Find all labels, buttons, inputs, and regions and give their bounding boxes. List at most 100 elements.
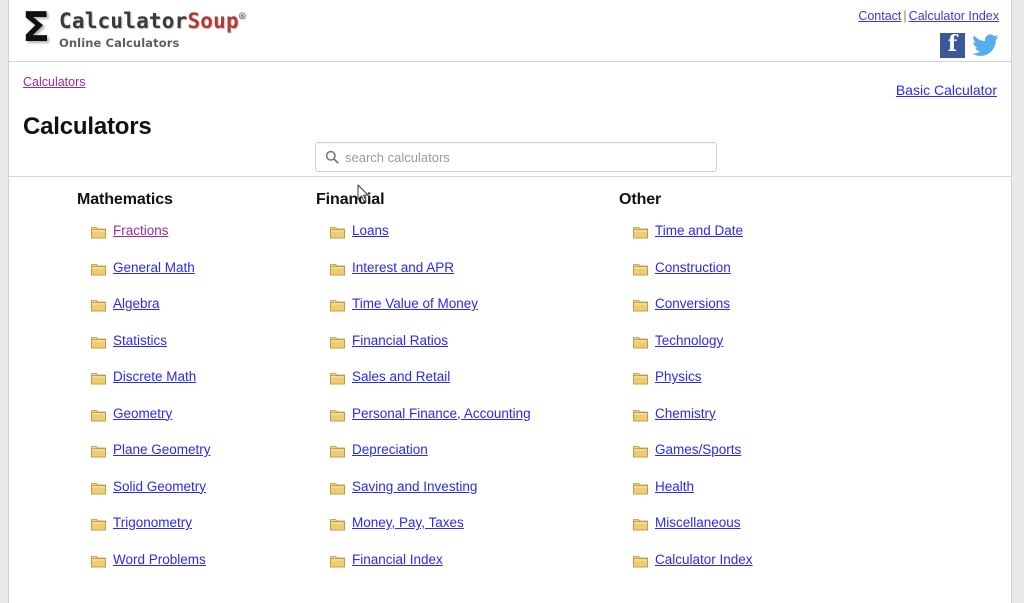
category-link[interactable]: Time and Date <box>655 223 743 239</box>
list-item: Technology <box>633 333 943 370</box>
list-item: Time Value of Money <box>330 296 613 333</box>
column-heading-mathematics: Mathematics <box>77 191 173 208</box>
page-title: Calculators <box>23 113 152 141</box>
list-item: Saving and Investing <box>330 479 613 516</box>
facebook-icon[interactable] <box>940 31 965 58</box>
folder-icon <box>91 445 106 458</box>
category-link[interactable]: Personal Finance, Accounting <box>352 406 531 422</box>
folder-icon <box>91 226 106 239</box>
list-item: Calculator Index <box>633 552 943 589</box>
list-item: Discrete Math <box>91 369 311 406</box>
sigma-logo-icon: Σ <box>22 3 51 51</box>
list-item: Money, Pay, Taxes <box>330 515 613 552</box>
category-link[interactable]: Sales and Retail <box>352 369 450 385</box>
list-item: Geometry <box>91 406 311 443</box>
category-link[interactable]: Time Value of Money <box>352 296 478 312</box>
list-item: Depreciation <box>330 442 613 479</box>
list-item: Solid Geometry <box>91 479 311 516</box>
page-container: Σ CalculatorSoup® Online Calculators Con… <box>8 0 1012 603</box>
folder-icon <box>91 372 106 385</box>
category-link[interactable]: Health <box>655 479 694 495</box>
category-link[interactable]: Plane Geometry <box>113 442 211 458</box>
contact-link[interactable]: Contact <box>858 9 901 23</box>
category-link[interactable]: Interest and APR <box>352 260 454 276</box>
folder-icon <box>91 299 106 312</box>
category-link[interactable]: Construction <box>655 260 731 276</box>
basic-calculator-link[interactable]: Basic Calculator <box>896 82 997 98</box>
folder-icon <box>633 372 648 385</box>
folder-icon <box>91 409 106 422</box>
site-logo[interactable]: Σ CalculatorSoup® Online Calculators <box>22 3 246 51</box>
header-top-links: Contact | Calculator Index <box>858 9 999 23</box>
category-link[interactable]: Saving and Investing <box>352 479 477 495</box>
folder-icon <box>330 299 345 312</box>
category-link[interactable]: General Math <box>113 260 195 276</box>
folder-icon <box>633 226 648 239</box>
search-input[interactable] <box>345 147 716 167</box>
folder-icon <box>330 263 345 276</box>
folder-icon <box>633 482 648 495</box>
category-link[interactable]: Discrete Math <box>113 369 196 385</box>
list-item: Time and Date <box>633 223 943 260</box>
folder-icon <box>633 336 648 349</box>
category-link[interactable]: Loans <box>352 223 389 239</box>
list-item: Interest and APR <box>330 260 613 297</box>
registered-mark: ® <box>238 10 246 23</box>
category-link[interactable]: Money, Pay, Taxes <box>352 515 464 531</box>
list-item: Word Problems <box>91 552 311 589</box>
column-mathematics: Mathematics Fractions General Math Algebra… <box>9 191 311 588</box>
brand-name-part2: Soup <box>187 9 239 33</box>
list-item: Health <box>633 479 943 516</box>
category-link[interactable]: Calculator Index <box>655 552 753 568</box>
folder-icon <box>91 555 106 568</box>
breadcrumb-item-calculators[interactable]: Calculators <box>23 75 86 89</box>
folder-icon <box>633 518 648 531</box>
social-links <box>940 31 999 58</box>
folder-icon <box>330 445 345 458</box>
category-link[interactable]: Chemistry <box>655 406 716 422</box>
folder-icon <box>330 555 345 568</box>
category-link[interactable]: Geometry <box>113 406 172 422</box>
category-link[interactable]: Financial Ratios <box>352 333 448 349</box>
list-item: Personal Finance, Accounting <box>330 406 613 443</box>
category-link[interactable]: Financial Index <box>352 552 443 568</box>
list-item: Miscellaneous <box>633 515 943 552</box>
breadcrumb: Calculators <box>23 75 86 89</box>
folder-icon <box>91 482 106 495</box>
search-icon <box>325 150 339 164</box>
search-box[interactable] <box>315 142 717 172</box>
category-link[interactable]: Solid Geometry <box>113 479 206 495</box>
category-link[interactable]: Depreciation <box>352 442 428 458</box>
twitter-icon[interactable] <box>972 34 999 57</box>
folder-icon <box>91 263 106 276</box>
folder-icon <box>330 336 345 349</box>
category-link[interactable]: Games/Sports <box>655 442 741 458</box>
column-heading-financial: Financial <box>316 191 385 208</box>
category-list-other: Time and Date Construction Conversions Tech… <box>619 223 943 588</box>
list-item: Sales and Retail <box>330 369 613 406</box>
category-link[interactable]: Miscellaneous <box>655 515 741 531</box>
title-band: Calculators Calculators Basic Calculator <box>9 62 1011 177</box>
list-item: General Math <box>91 260 311 297</box>
column-other: Other Time and Date Construction Conversio… <box>613 191 943 588</box>
category-list-mathematics: Fractions General Math Algebra Statistics Di… <box>77 223 311 588</box>
calculator-index-link[interactable]: Calculator Index <box>909 9 999 23</box>
list-item: Conversions <box>633 296 943 333</box>
list-item: Algebra <box>91 296 311 333</box>
folder-icon <box>633 409 648 422</box>
category-link[interactable]: Trigonometry <box>113 515 192 531</box>
category-link[interactable]: Physics <box>655 369 702 385</box>
category-link[interactable]: Technology <box>655 333 723 349</box>
folder-icon <box>330 482 345 495</box>
category-columns: Mathematics Fractions General Math Algebra… <box>9 177 1011 588</box>
category-link[interactable]: Fractions <box>113 223 169 239</box>
list-item: Games/Sports <box>633 442 943 479</box>
category-link[interactable]: Algebra <box>113 296 160 312</box>
list-item: Plane Geometry <box>91 442 311 479</box>
category-link[interactable]: Word Problems <box>113 552 206 568</box>
category-link[interactable]: Statistics <box>113 333 167 349</box>
category-link[interactable]: Conversions <box>655 296 730 312</box>
folder-icon <box>330 409 345 422</box>
list-item: Physics <box>633 369 943 406</box>
folder-icon <box>91 336 106 349</box>
